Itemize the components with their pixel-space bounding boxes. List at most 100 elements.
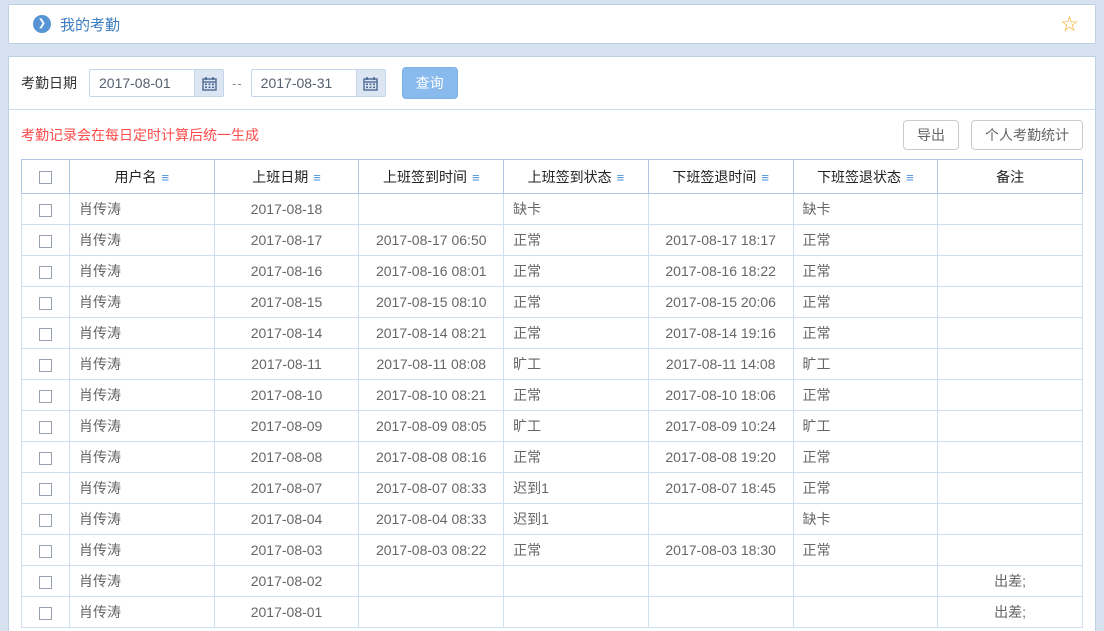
sort-icon[interactable]: ≡ xyxy=(162,170,170,185)
start-date-input[interactable] xyxy=(89,69,194,97)
cell-checkout-time: 2017-08-10 18:06 xyxy=(648,380,793,411)
sort-icon[interactable]: ≡ xyxy=(617,170,625,185)
table-row: 肖传涛 2017-08-02 出差; xyxy=(22,566,1083,597)
cell-checkin-status xyxy=(504,566,649,597)
cell-user: 肖传涛 xyxy=(70,504,215,535)
notice-text: 考勤记录会在每日定时计算后统一生成 xyxy=(21,125,259,145)
cell-checkout-status: 缺卡 xyxy=(793,194,938,225)
row-checkbox[interactable] xyxy=(39,204,52,217)
row-checkbox[interactable] xyxy=(39,421,52,434)
row-checkbox[interactable] xyxy=(39,483,52,496)
favorite-star-icon[interactable]: ☆ xyxy=(1060,14,1079,35)
column-header-checkout-time[interactable]: 下班签退时间≡ xyxy=(648,160,793,194)
cell-checkin-status: 正常 xyxy=(504,535,649,566)
cell-work-date: 2017-08-18 xyxy=(214,194,359,225)
start-date-calendar-icon[interactable] xyxy=(194,69,224,97)
column-header-work-date[interactable]: 上班日期≡ xyxy=(214,160,359,194)
end-date-input[interactable] xyxy=(251,69,356,97)
cell-checkin-time xyxy=(359,566,504,597)
cell-remark xyxy=(938,504,1083,535)
title-bar: ❯ 我的考勤 ☆ xyxy=(8,4,1096,44)
cell-work-date: 2017-08-04 xyxy=(214,504,359,535)
cell-checkout-status: 旷工 xyxy=(793,411,938,442)
sort-icon[interactable]: ≡ xyxy=(761,170,769,185)
column-header-checkin-time[interactable]: 上班签到时间≡ xyxy=(359,160,504,194)
cell-checkin-time: 2017-08-15 08:10 xyxy=(359,287,504,318)
row-select-cell xyxy=(22,411,70,442)
end-date-calendar-icon[interactable] xyxy=(356,69,386,97)
row-checkbox[interactable] xyxy=(39,514,52,527)
cell-remark: 出差; xyxy=(938,566,1083,597)
notice-row: 考勤记录会在每日定时计算后统一生成 导出 个人考勤统计 xyxy=(9,110,1095,159)
sort-icon[interactable]: ≡ xyxy=(906,170,914,185)
search-button[interactable]: 查询 xyxy=(402,67,458,99)
cell-checkin-time: 2017-08-14 08:21 xyxy=(359,318,504,349)
cell-checkout-status: 正常 xyxy=(793,473,938,504)
title-arrow-icon: ❯ xyxy=(33,15,51,33)
cell-checkout-status: 正常 xyxy=(793,442,938,473)
column-header-user[interactable]: 用户名≡ xyxy=(70,160,215,194)
table-row: 肖传涛 2017-08-10 2017-08-10 08:21 正常 2017-… xyxy=(22,380,1083,411)
cell-checkin-time: 2017-08-10 08:21 xyxy=(359,380,504,411)
column-header-checkout-status[interactable]: 下班签退状态≡ xyxy=(793,160,938,194)
row-select-cell xyxy=(22,442,70,473)
column-header-checkin-status[interactable]: 上班签到状态≡ xyxy=(504,160,649,194)
personal-stats-button[interactable]: 个人考勤统计 xyxy=(971,120,1083,150)
cell-checkin-time: 2017-08-11 08:08 xyxy=(359,349,504,380)
date-range-separator: -- xyxy=(232,76,243,91)
row-checkbox[interactable] xyxy=(39,328,52,341)
table-row: 肖传涛 2017-08-18 缺卡 缺卡 xyxy=(22,194,1083,225)
cell-checkout-status: 正常 xyxy=(793,256,938,287)
attendance-table: 用户名≡ 上班日期≡ 上班签到时间≡ 上班签到状态≡ 下班签退时间≡ 下班签退状… xyxy=(21,159,1083,628)
row-checkbox[interactable] xyxy=(39,235,52,248)
cell-checkin-status: 缺卡 xyxy=(504,194,649,225)
toolbar: 导出 个人考勤统计 xyxy=(903,120,1083,150)
cell-checkin-status: 正常 xyxy=(504,442,649,473)
row-checkbox[interactable] xyxy=(39,452,52,465)
cell-checkin-time: 2017-08-17 06:50 xyxy=(359,225,504,256)
cell-checkin-status xyxy=(504,597,649,628)
cell-user: 肖传涛 xyxy=(70,256,215,287)
row-checkbox[interactable] xyxy=(39,607,52,620)
cell-checkin-status: 旷工 xyxy=(504,349,649,380)
row-checkbox[interactable] xyxy=(39,576,52,589)
cell-user: 肖传涛 xyxy=(70,473,215,504)
table-row: 肖传涛 2017-08-17 2017-08-17 06:50 正常 2017-… xyxy=(22,225,1083,256)
cell-work-date: 2017-08-01 xyxy=(214,597,359,628)
cell-work-date: 2017-08-15 xyxy=(214,287,359,318)
cell-checkin-status: 旷工 xyxy=(504,411,649,442)
select-all-checkbox[interactable] xyxy=(39,171,52,184)
cell-checkout-time xyxy=(648,194,793,225)
table-row: 肖传涛 2017-08-09 2017-08-09 08:05 旷工 2017-… xyxy=(22,411,1083,442)
cell-checkin-time: 2017-08-09 08:05 xyxy=(359,411,504,442)
date-range-label: 考勤日期 xyxy=(21,73,77,93)
table-row: 肖传涛 2017-08-11 2017-08-11 08:08 旷工 2017-… xyxy=(22,349,1083,380)
end-date-group xyxy=(251,69,386,97)
cell-remark xyxy=(938,225,1083,256)
main-panel: 考勤日期 -- xyxy=(8,56,1096,631)
sort-icon[interactable]: ≡ xyxy=(472,170,480,185)
table-row: 肖传涛 2017-08-16 2017-08-16 08:01 正常 2017-… xyxy=(22,256,1083,287)
table-row: 肖传涛 2017-08-15 2017-08-15 08:10 正常 2017-… xyxy=(22,287,1083,318)
cell-checkout-time: 2017-08-08 19:20 xyxy=(648,442,793,473)
table-header-row: 用户名≡ 上班日期≡ 上班签到时间≡ 上班签到状态≡ 下班签退时间≡ 下班签退状… xyxy=(22,160,1083,194)
cell-checkout-time: 2017-08-17 18:17 xyxy=(648,225,793,256)
sort-icon[interactable]: ≡ xyxy=(313,170,321,185)
cell-user: 肖传涛 xyxy=(70,287,215,318)
cell-work-date: 2017-08-16 xyxy=(214,256,359,287)
cell-checkout-status xyxy=(793,566,938,597)
row-checkbox[interactable] xyxy=(39,390,52,403)
row-checkbox[interactable] xyxy=(39,545,52,558)
cell-checkin-status: 迟到1 xyxy=(504,504,649,535)
cell-checkin-status: 正常 xyxy=(504,256,649,287)
page-title: 我的考勤 xyxy=(60,14,120,35)
cell-remark xyxy=(938,473,1083,504)
row-checkbox[interactable] xyxy=(39,297,52,310)
row-select-cell xyxy=(22,194,70,225)
export-button[interactable]: 导出 xyxy=(903,120,959,150)
row-checkbox[interactable] xyxy=(39,266,52,279)
cell-work-date: 2017-08-03 xyxy=(214,535,359,566)
row-checkbox[interactable] xyxy=(39,359,52,372)
cell-work-date: 2017-08-08 xyxy=(214,442,359,473)
cell-checkout-status xyxy=(793,597,938,628)
